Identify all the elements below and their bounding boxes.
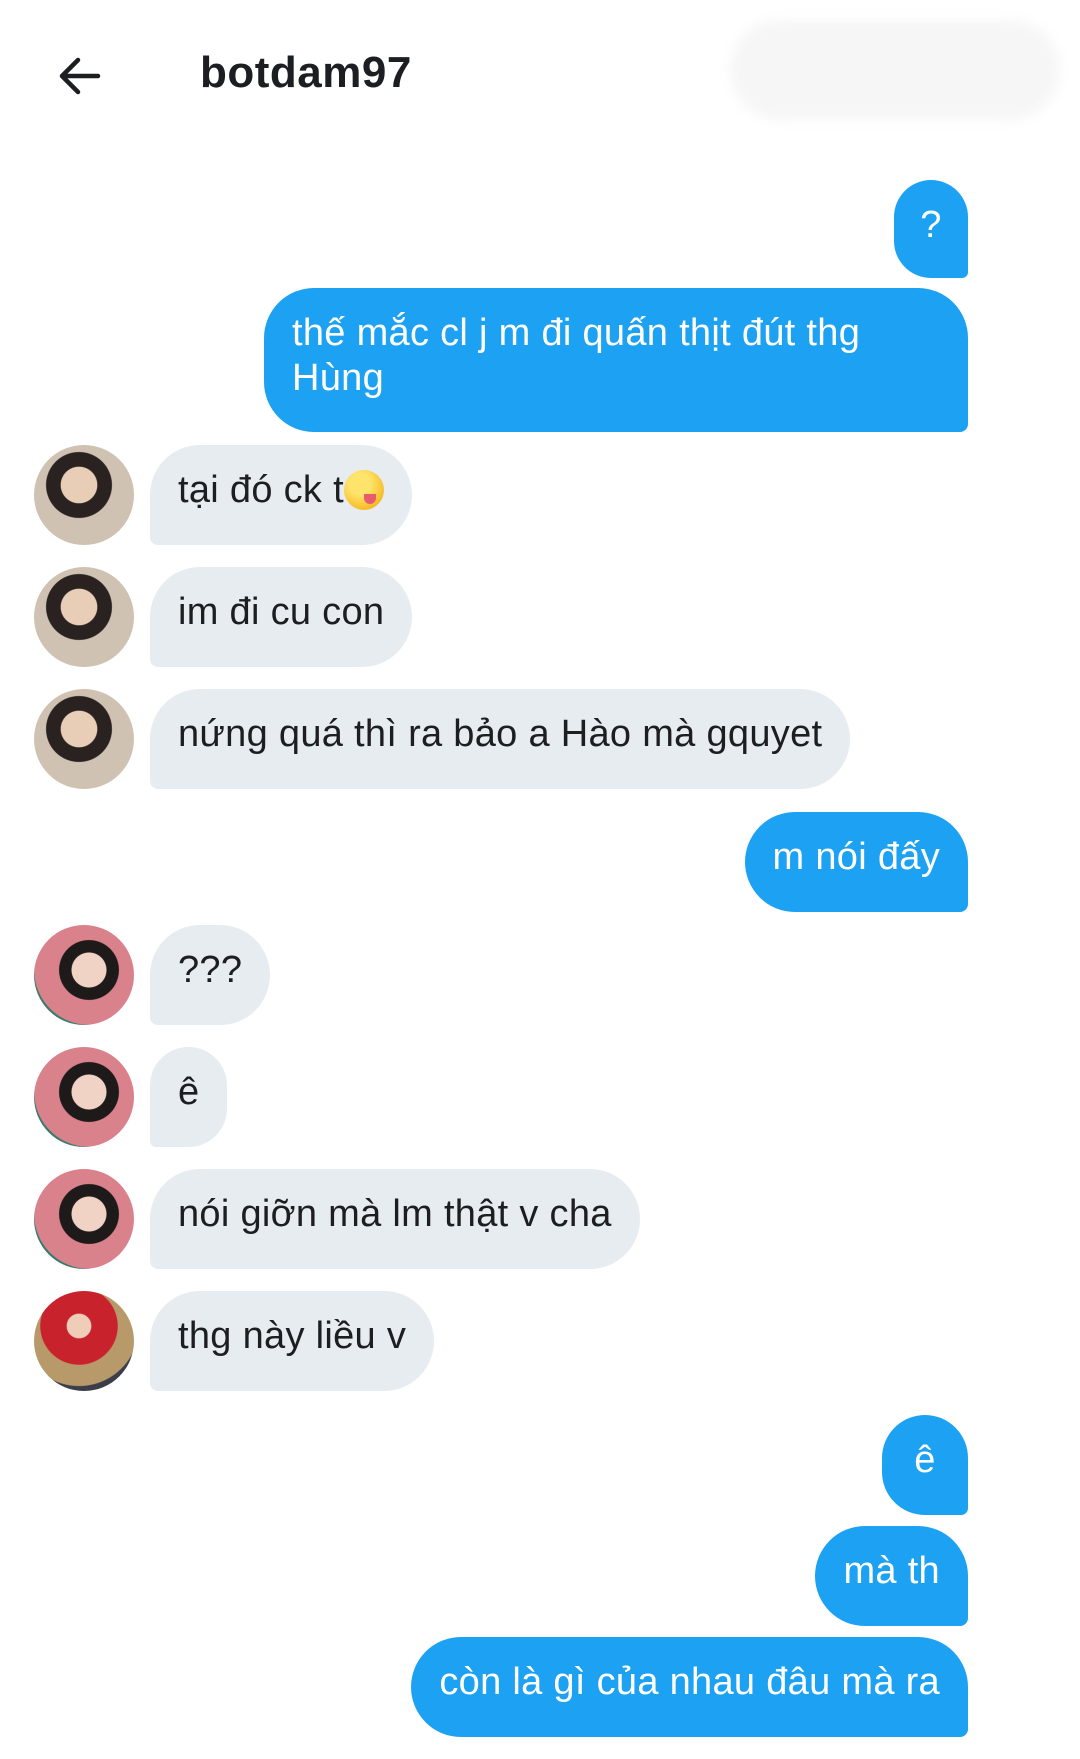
message-bubble: nứng quá thì ra bảo a Hào mà gquyet (150, 689, 851, 789)
face-savoring-food-emoji (343, 470, 384, 510)
message-bubble: thế mắc cl j m đi quấn thịt đút thg Hùng (264, 288, 968, 432)
message-bubble: m nói đấy (744, 812, 968, 912)
message-sent[interactable]: ê (882, 1415, 968, 1515)
conversation-title[interactable]: botdam97 (200, 48, 412, 98)
contact-avatar[interactable] (34, 567, 134, 667)
message-bubble: tại đó ck t (150, 445, 412, 545)
message-sent[interactable]: còn là gì của nhau đâu mà ra (411, 1637, 968, 1737)
message-received[interactable]: im đi cu con (150, 567, 413, 667)
back-button[interactable] (48, 44, 112, 108)
contact-avatar[interactable] (34, 1291, 134, 1391)
message-sent[interactable]: mà th (815, 1526, 968, 1626)
chat-header: botdam97 (0, 0, 1080, 150)
message-bubble: ê (150, 1047, 228, 1147)
contact-avatar[interactable] (34, 1047, 134, 1147)
message-bubble: ? (894, 180, 968, 278)
contact-avatar[interactable] (34, 445, 134, 545)
message-text: tại đó ck t (178, 469, 344, 511)
contact-avatar[interactable] (34, 1169, 134, 1269)
message-sent[interactable]: ? (894, 180, 968, 278)
contact-avatar[interactable] (34, 925, 134, 1025)
message-received[interactable]: ê (150, 1047, 228, 1147)
message-bubble: mà th (815, 1526, 968, 1626)
message-sent[interactable]: thế mắc cl j m đi quấn thịt đút thg Hùng (264, 288, 968, 432)
message-bubble: còn là gì của nhau đâu mà ra (411, 1637, 968, 1737)
message-received[interactable]: tại đó ck t (150, 445, 412, 545)
arrow-left-icon (59, 57, 101, 95)
redacted-area (730, 20, 1060, 120)
message-bubble: nói giỡn mà lm thật v cha (150, 1169, 640, 1269)
message-received[interactable]: thg này liều v (150, 1291, 435, 1391)
message-bubble: thg này liều v (150, 1291, 435, 1391)
contact-avatar[interactable] (34, 689, 134, 789)
message-sent[interactable]: m nói đấy (744, 812, 968, 912)
message-bubble: im đi cu con (150, 567, 413, 667)
message-bubble: ê (882, 1415, 968, 1515)
message-received[interactable]: nứng quá thì ra bảo a Hào mà gquyet (150, 689, 851, 789)
message-bubble: ??? (150, 925, 271, 1025)
message-received[interactable]: ??? (150, 925, 271, 1025)
message-received[interactable]: nói giỡn mà lm thật v cha (150, 1169, 640, 1269)
